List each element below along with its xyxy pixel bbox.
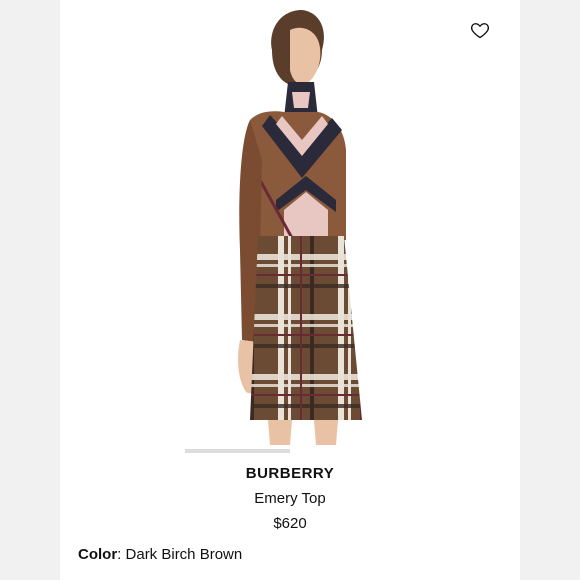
product-photo[interactable] — [210, 0, 380, 445]
brand-name[interactable]: BURBERRY — [60, 465, 520, 482]
heart-outline-icon — [470, 23, 490, 39]
image-carousel-indicator — [185, 449, 290, 453]
wishlist-button[interactable] — [470, 20, 490, 40]
model-wearing-product-image — [238, 10, 362, 445]
color-selection: Color: Dark Birch Brown — [78, 546, 242, 563]
product-price: $620 — [273, 515, 307, 532]
right-backdrop — [520, 0, 580, 580]
color-label: Color — [78, 546, 118, 563]
product-name[interactable]: Emery Top — [60, 490, 520, 507]
image-carousel-indicator-fill — [185, 449, 290, 453]
left-backdrop — [0, 0, 60, 580]
color-separator: : — [117, 546, 126, 563]
product-card: BURBERRY Emery Top $620 Color: Dark Birc… — [60, 0, 520, 580]
color-value: Dark Birch Brown — [125, 546, 243, 563]
